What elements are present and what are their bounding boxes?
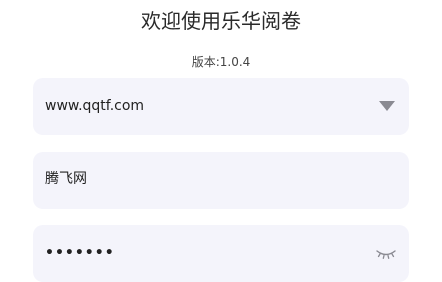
eye-closed-icon[interactable] (375, 245, 397, 261)
version-label: 版本:1.0.4 (191, 55, 251, 69)
app-title: 欢迎使用乐华阅卷 (141, 9, 301, 33)
server-select-value: www.qqtf.com (45, 98, 145, 114)
username-field[interactable]: 腾飞网 (33, 152, 409, 209)
username-value: 腾飞网 (45, 171, 87, 187)
dropdown-arrow-icon[interactable] (379, 101, 395, 111)
server-select[interactable]: www.qqtf.com (33, 78, 409, 135)
password-value: ••••••• (45, 245, 115, 261)
password-field[interactable]: ••••••• (33, 225, 409, 282)
